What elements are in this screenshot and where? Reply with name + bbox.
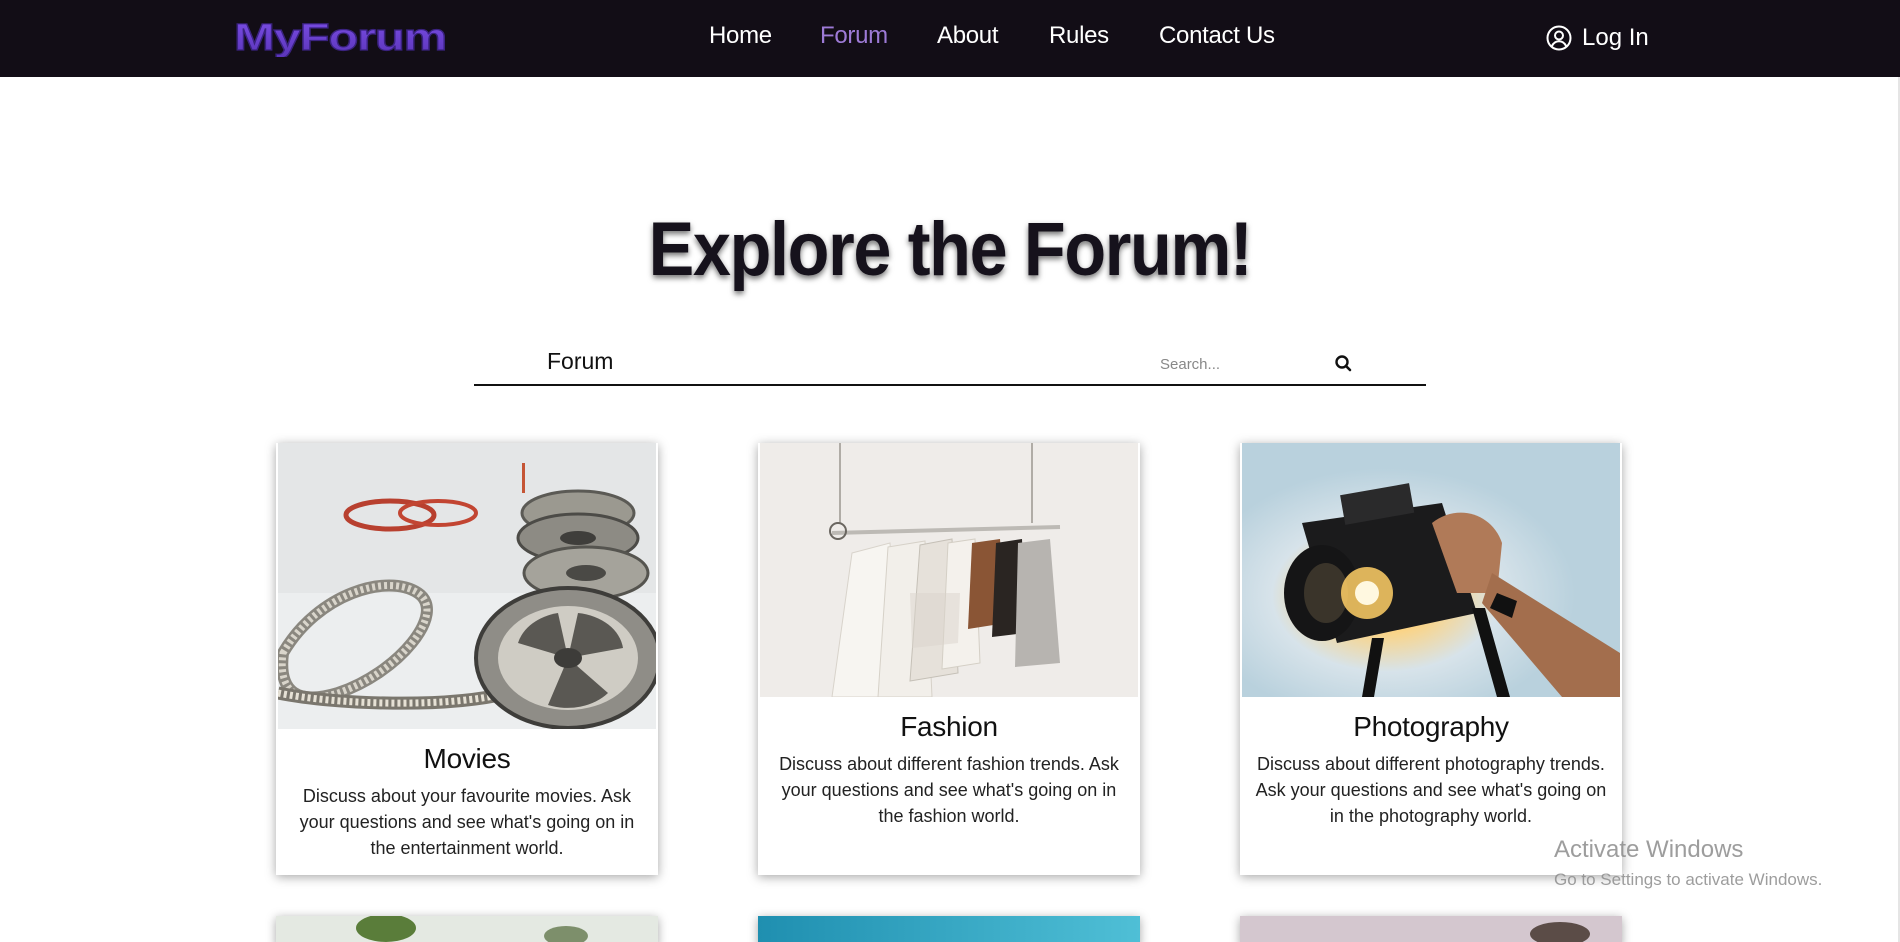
movies-image: [278, 443, 656, 729]
activate-windows-watermark: Activate Windows Go to Settings to activ…: [1554, 836, 1822, 890]
login-button[interactable]: Log In: [1546, 20, 1649, 56]
card-description: Discuss about your favourite movies. Ask…: [299, 786, 635, 858]
top-navbar: MyForum Home Forum About Rules Contact U…: [0, 0, 1900, 77]
card-description: Discuss about different fashion trends. …: [779, 754, 1119, 826]
search-button[interactable]: [1332, 352, 1356, 376]
fashion-image: [760, 443, 1138, 697]
search-section-label: Forum: [547, 348, 614, 374]
category-card-photography[interactable]: Photography Discuss about different phot…: [1240, 443, 1622, 875]
nav-link-rules[interactable]: Rules: [1049, 22, 1109, 50]
user-circle-icon: [1546, 25, 1572, 51]
card-title: Fashion: [900, 711, 998, 742]
card-title: Photography: [1353, 711, 1509, 742]
category-card-movies[interactable]: Movies Discuss about your favourite movi…: [276, 443, 658, 875]
nav-link-forum[interactable]: Forum: [820, 22, 888, 50]
card-description: Discuss about different photography tren…: [1255, 754, 1607, 826]
page-title: Explore the Forum!: [648, 207, 1253, 292]
photography-image: [1242, 443, 1620, 697]
watermark-title: Activate Windows: [1554, 836, 1744, 863]
search-icon: [1335, 355, 1352, 372]
category-card-fashion[interactable]: Fashion Discuss about different fashion …: [758, 443, 1140, 875]
nav-link-about[interactable]: About: [937, 22, 999, 50]
card-title: Movies: [423, 743, 511, 774]
login-label: Log In: [1582, 24, 1649, 51]
category-card-partial[interactable]: [1240, 916, 1622, 942]
nav-link-home[interactable]: Home: [709, 22, 772, 50]
search-input[interactable]: [1160, 350, 1320, 378]
forum-search-bar: Forum: [474, 344, 1426, 386]
category-card-partial[interactable]: [758, 916, 1140, 942]
category-card-partial[interactable]: [276, 916, 658, 942]
watermark-subtitle: Go to Settings to activate Windows.: [1554, 870, 1823, 889]
nav-link-contact-us[interactable]: Contact Us: [1159, 22, 1275, 50]
